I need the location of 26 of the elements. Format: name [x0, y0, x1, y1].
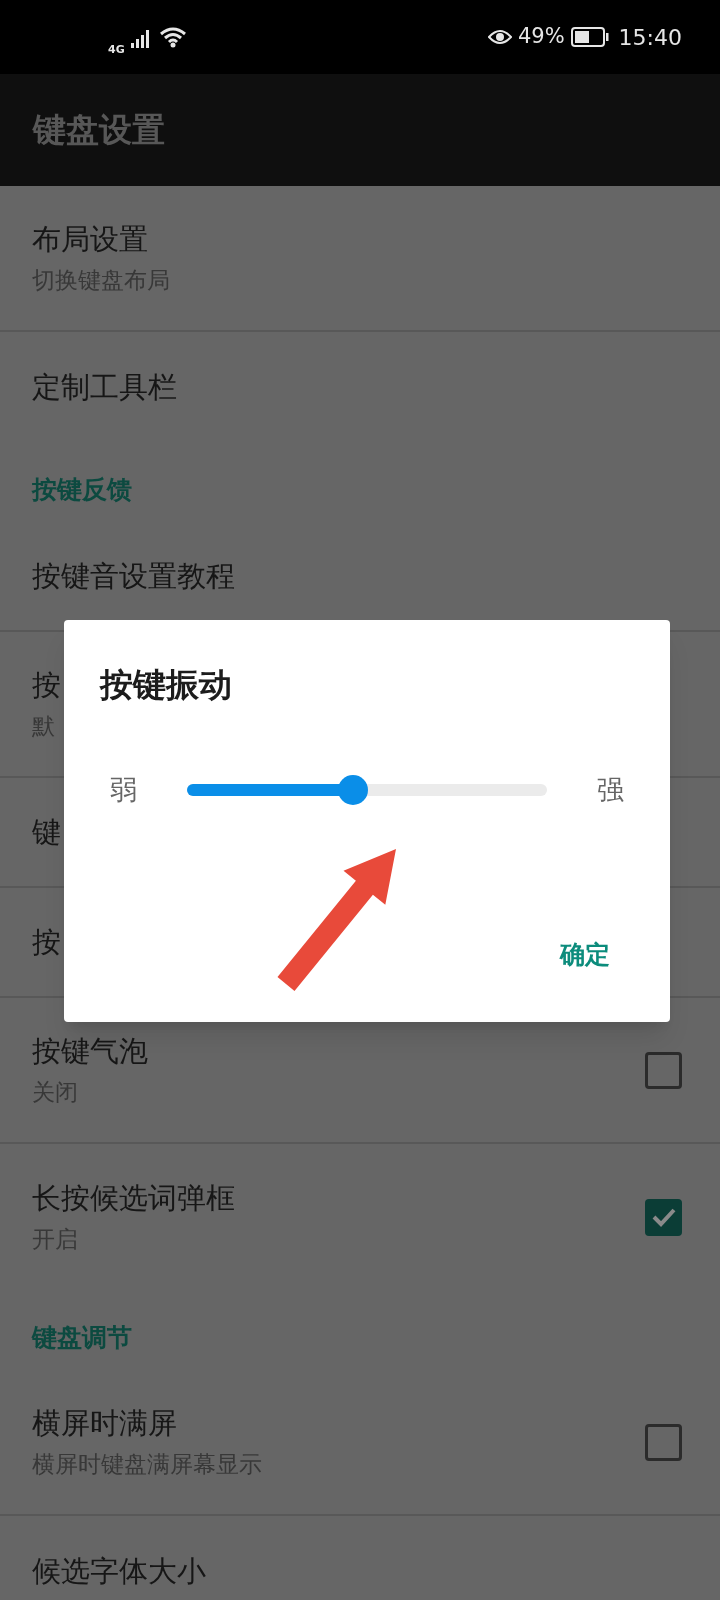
battery-icon: [570, 27, 609, 47]
slider-thumb[interactable]: [337, 775, 368, 806]
checkbox[interactable]: [645, 1423, 682, 1461]
app-title: 键盘设置: [33, 109, 165, 152]
checkbox[interactable]: [645, 1051, 682, 1089]
setting-title[interactable]: 定制工具栏: [32, 367, 688, 407]
checkbox[interactable]: [645, 1198, 682, 1236]
battery-percent: 49%: [517, 23, 565, 51]
setting-title[interactable]: 按键气泡: [32, 1031, 645, 1071]
section-header: 按键反馈: [32, 473, 132, 506]
setting-title[interactable]: 长按候选词弹框: [32, 1178, 645, 1218]
dialog-title: 按键振动: [100, 665, 232, 704]
setting-title[interactable]: 按键音设置教程: [32, 556, 688, 596]
confirm-button[interactable]: 确定: [552, 930, 618, 980]
min-label: 弱: [110, 773, 137, 807]
section-header: 键盘调节: [32, 1321, 132, 1354]
network-label: 4G: [108, 41, 125, 58]
checkmark-icon: [650, 1207, 677, 1227]
slider[interactable]: [187, 775, 547, 806]
clock: 15:40: [618, 23, 682, 52]
setting-title[interactable]: 横屏时满屏: [32, 1403, 645, 1443]
eye-icon: [487, 28, 512, 46]
setting-title[interactable]: 布局设置: [32, 219, 688, 259]
setting-title[interactable]: 候选字体大小: [32, 1551, 688, 1591]
max-label: 强: [597, 773, 624, 807]
wifi-icon: [158, 26, 187, 48]
